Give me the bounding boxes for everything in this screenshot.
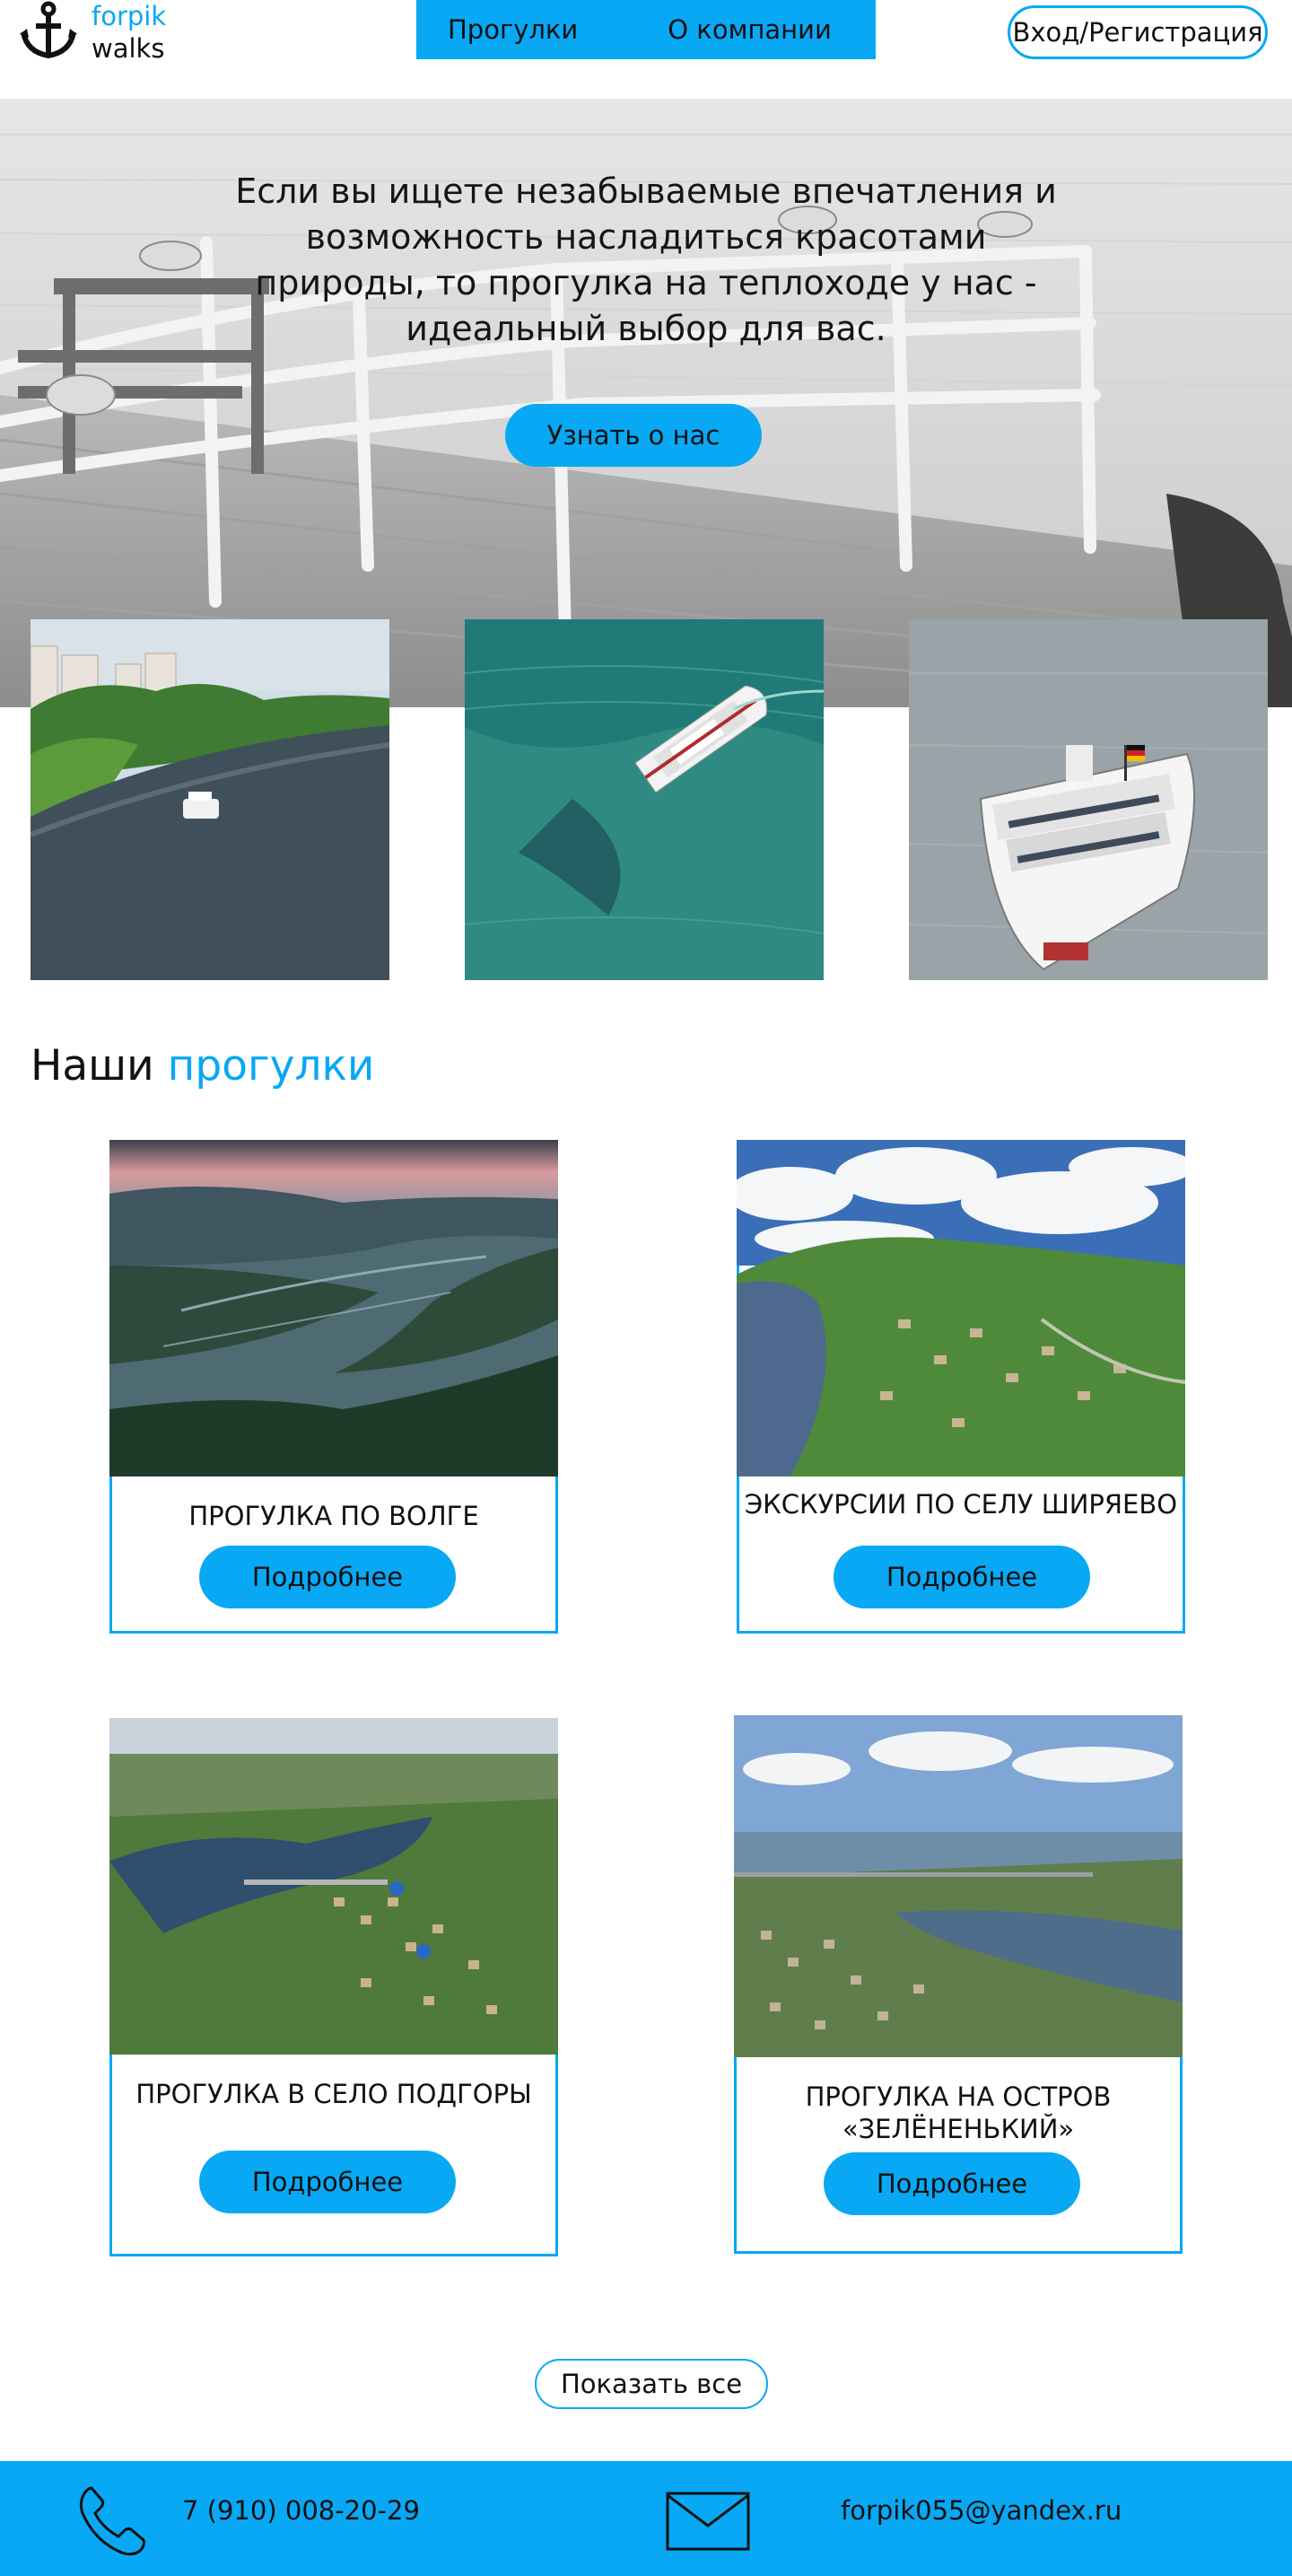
tour-photo-shiryaevo [737, 1140, 1185, 1476]
site-footer: 7 (910) 008-20-29 forpik055@yandex.ru [0, 2461, 1292, 2576]
tour-details-button[interactable]: Подробнее [834, 1546, 1090, 1608]
tour-title: ПРОГУЛКА НА ОСТРОВ «ЗЕЛЁНЕНЬКИЙ» [805, 2081, 1112, 2144]
tour-card-podgory: ПРОГУЛКА В СЕЛО ПОДГОРЫ Подробнее [109, 1718, 558, 2256]
section-title-accent: прогулки [167, 1041, 375, 1091]
phone-icon [79, 2486, 145, 2556]
logo-text: forpik walks [92, 0, 166, 65]
nav-item-about[interactable]: О компании [668, 14, 832, 45]
tour-details-button[interactable]: Подробнее [199, 2151, 456, 2213]
section-title-prefix: Наши [31, 1041, 154, 1091]
logo[interactable]: forpik walks [18, 0, 166, 65]
tour-title: ПРОГУЛКА В СЕЛО ПОДГОРЫ [135, 2079, 532, 2109]
tour-photo-zelenenkiy [734, 1715, 1183, 2057]
river-cruise-ship-photo [909, 619, 1268, 980]
tour-details-button[interactable]: Подробнее [199, 1546, 456, 1608]
tour-title: ЭКСКУРСИИ ПО СЕЛУ ШИРЯЕВО [744, 1489, 1178, 1520]
walks-section-title: Наши прогулки [31, 1041, 374, 1091]
login-register-button[interactable]: Вход/Регистрация [1008, 5, 1268, 59]
tour-card-volga: ПРОГУЛКА ПО ВОЛГЕ Подробнее [109, 1140, 558, 1634]
tour-photo-volga [109, 1140, 558, 1476]
main-nav: Прогулки О компании [416, 0, 876, 59]
hero-section: Если вы ищете незабываемые впечатления и… [0, 99, 1292, 707]
footer-email[interactable]: forpik055@yandex.ru [841, 2495, 1122, 2526]
tour-card-zelenenkiy: ПРОГУЛКА НА ОСТРОВ «ЗЕЛЁНЕНЬКИЙ» Подробн… [734, 1715, 1183, 2254]
tour-photo-podgory [109, 1718, 558, 2055]
about-us-button[interactable]: Узнать о нас [505, 404, 762, 467]
tour-title: ПРОГУЛКА ПО ВОЛГЕ [188, 1501, 479, 1531]
mail-icon [666, 2492, 750, 2551]
river-boat-photo [31, 619, 389, 980]
aerial-ship-photo [465, 619, 824, 980]
footer-phone[interactable]: 7 (910) 008-20-29 [182, 2495, 420, 2526]
logo-line-walks: walks [92, 33, 165, 64]
show-all-button[interactable]: Показать все [535, 2359, 768, 2409]
tour-details-button[interactable]: Подробнее [824, 2152, 1080, 2215]
site-header: forpik walks Прогулки О компании Вход/Ре… [0, 0, 1292, 99]
anchor-icon [20, 1, 77, 59]
tour-card-shiryaevo: ЭКСКУРСИИ ПО СЕЛУ ШИРЯЕВО Подробнее [737, 1140, 1185, 1634]
logo-line-forpik: forpik [92, 1, 167, 31]
nav-item-walks[interactable]: Прогулки [448, 14, 578, 45]
hero-text: Если вы ищете незабываемые впечатления и… [235, 171, 1057, 348]
